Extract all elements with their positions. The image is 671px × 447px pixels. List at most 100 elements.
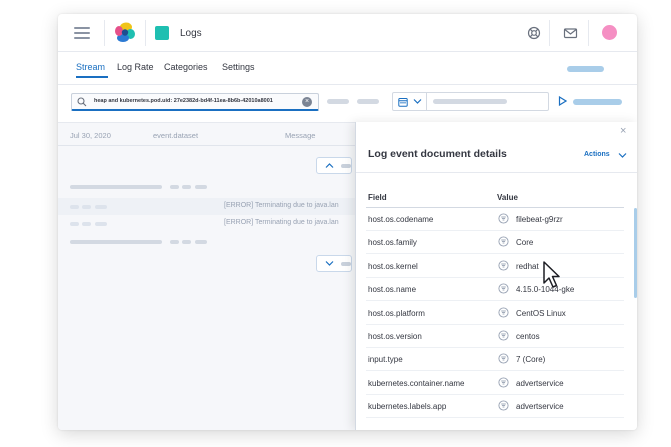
topbar-divider <box>549 20 550 46</box>
table-row[interactable]: host.os.version centos <box>366 325 624 348</box>
load-newer-button[interactable] <box>316 157 352 174</box>
table-row[interactable]: kubernetes.labels.app advertservice <box>366 395 624 419</box>
search-query: heap and kubernetes.pod.uid: 27e2382d-bd… <box>94 98 273 104</box>
log-line-placeholder <box>70 222 79 226</box>
log-line-placeholder <box>170 240 179 244</box>
search-input[interactable]: heap and kubernetes.pod.uid: 27e2382d-bd… <box>71 93 319 111</box>
field-column-header: Field <box>368 193 387 202</box>
field-value: 7 (Core) <box>516 355 546 365</box>
log-line-placeholder <box>95 205 107 209</box>
filter-icon[interactable] <box>498 213 509 224</box>
date-picker[interactable] <box>392 92 549 111</box>
field-name: host.os.version <box>368 332 422 341</box>
field-value: centos <box>516 332 540 341</box>
load-older-label-placeholder <box>341 262 351 266</box>
field-name: host.os.name <box>368 285 417 295</box>
search-icon <box>77 97 87 107</box>
column-header-dataset: event.dataset <box>153 131 199 140</box>
tab-stream[interactable]: Stream <box>76 62 105 72</box>
field-value: CentOS Linux <box>516 308 566 318</box>
elastic-logo[interactable] <box>114 21 136 43</box>
table-row[interactable]: input.type 7 (Core) <box>366 348 624 372</box>
date-picker-divider <box>426 93 427 110</box>
flyout-header-divider <box>356 172 637 173</box>
log-message: [ERROR] Terminating due to java.lan <box>224 219 339 226</box>
filter-icon[interactable] <box>498 307 509 318</box>
filter-placeholder[interactable] <box>327 99 349 104</box>
field-value: redhat <box>516 261 539 271</box>
filter-icon[interactable] <box>498 353 509 364</box>
log-line-placeholder <box>70 205 79 209</box>
chevron-down-icon <box>413 99 422 104</box>
filter-icon[interactable] <box>498 377 509 388</box>
topbar-divider <box>588 20 589 46</box>
app-title: Logs <box>180 28 202 39</box>
field-name: host.os.platform <box>368 308 425 318</box>
field-name: kubernetes.container.name <box>368 378 465 388</box>
log-message: [ERROR] Terminating due to java.lan <box>224 202 339 209</box>
table-row[interactable]: host.os.name 4.15.0-1044-gke <box>366 278 624 302</box>
field-value: filebeat-g9rzr <box>516 215 563 224</box>
value-column-header: Value <box>497 193 518 202</box>
tabs-divider <box>58 84 637 85</box>
filter-icon[interactable] <box>498 236 509 247</box>
tab-categories[interactable]: Categories <box>164 62 208 72</box>
column-header-message: Message <box>285 131 316 140</box>
log-line-placeholder <box>95 222 107 226</box>
log-line-placeholder <box>82 222 91 226</box>
mouse-cursor-icon <box>543 261 560 288</box>
log-line-placeholder <box>195 185 207 189</box>
table-row[interactable]: host.os.kernel redhat <box>366 255 624 278</box>
user-avatar[interactable] <box>602 25 617 40</box>
column-header-divider <box>58 145 358 146</box>
mail-icon[interactable] <box>563 26 578 40</box>
log-line-placeholder <box>182 240 191 244</box>
field-value: advertservice <box>516 402 564 412</box>
filter-icon[interactable] <box>498 260 509 271</box>
log-line-placeholder <box>170 185 179 189</box>
app-icon <box>155 26 169 40</box>
field-name: kubernetes.labels.app <box>368 402 447 412</box>
load-older-button[interactable] <box>316 255 352 272</box>
stream-live-button[interactable] <box>573 99 622 105</box>
log-details-flyout: × Log event document details Actions Fie… <box>355 122 637 430</box>
date-range-placeholder <box>433 99 507 104</box>
field-name: host.os.kernel <box>368 261 418 271</box>
tab-placeholder-link[interactable] <box>567 66 604 72</box>
topbar-divider <box>104 20 105 46</box>
logs-app-window: Logs Stream Log Rate Categories Settings… <box>58 14 637 430</box>
actions-button[interactable]: Actions <box>584 151 610 158</box>
field-value: Core <box>516 238 534 248</box>
table-row[interactable]: host.os.codename filebeat-g9rzr <box>366 208 624 231</box>
menu-icon[interactable] <box>74 27 90 39</box>
tab-log-rate[interactable]: Log Rate <box>117 62 154 72</box>
calendar-icon <box>398 98 408 107</box>
clear-icon[interactable]: × <box>302 97 312 107</box>
active-tab-indicator <box>76 76 108 78</box>
filter-icon[interactable] <box>498 400 509 411</box>
filter-icon[interactable] <box>498 283 509 294</box>
field-name: host.os.family <box>368 238 417 248</box>
tab-settings[interactable]: Settings <box>222 62 255 72</box>
play-icon[interactable] <box>558 96 567 106</box>
table-row[interactable]: host.os.family Core <box>366 231 624 255</box>
table-row[interactable]: host.os.platform CentOS Linux <box>366 302 624 325</box>
log-line-placeholder <box>195 240 207 244</box>
log-line-placeholder <box>182 185 191 189</box>
table-row[interactable]: kubernetes.container.name advertservice <box>366 372 624 395</box>
filter-icon[interactable] <box>498 330 509 341</box>
log-line-placeholder <box>70 185 162 189</box>
close-icon[interactable]: × <box>620 126 626 137</box>
flyout-title: Log event document details <box>368 148 507 160</box>
chevron-down-icon[interactable] <box>618 152 627 159</box>
load-newer-label-placeholder <box>341 164 351 168</box>
topbar-divider <box>145 20 146 46</box>
chevron-up-icon <box>325 163 334 168</box>
field-name: input.type <box>368 355 403 365</box>
column-header-timestamp: Jul 30, 2020 <box>70 131 111 140</box>
log-line-placeholder <box>70 240 162 244</box>
field-value: advertservice <box>516 378 564 388</box>
filter-placeholder[interactable] <box>357 99 379 104</box>
help-icon[interactable] <box>527 26 541 40</box>
flyout-scrollbar[interactable] <box>634 208 637 298</box>
